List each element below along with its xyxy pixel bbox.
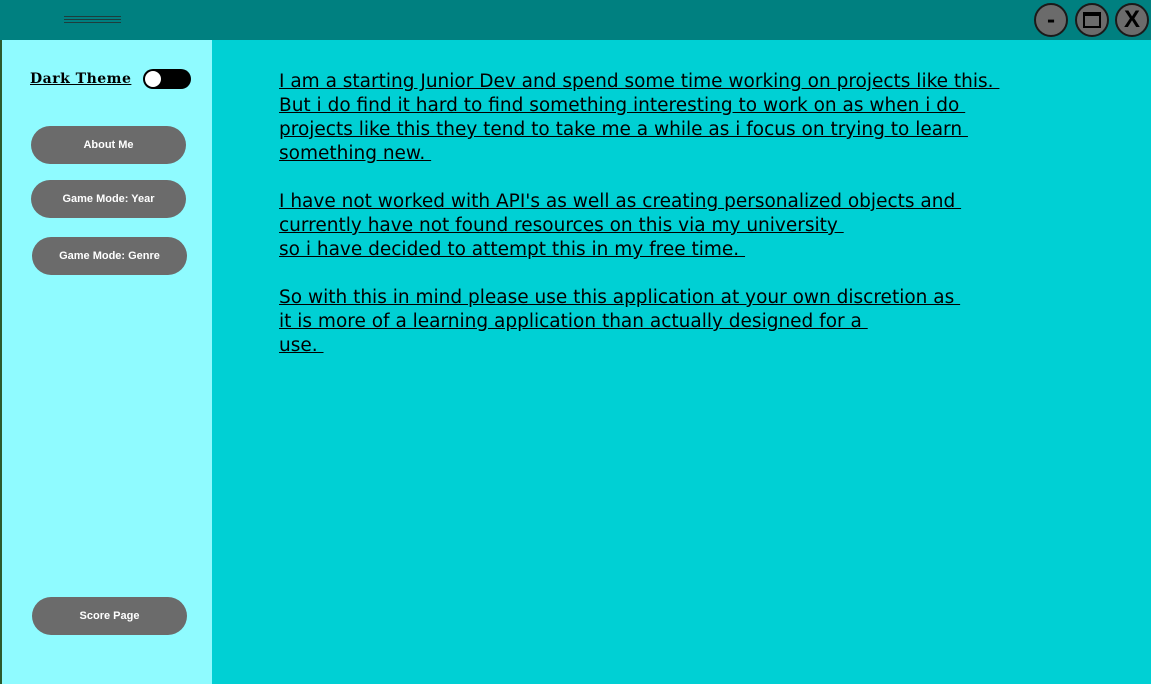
- text-line: I have not worked with API's as well as …: [279, 191, 962, 212]
- maximize-icon: [1083, 12, 1101, 28]
- text-line: it is more of a learning application tha…: [279, 311, 868, 332]
- drag-handle-icon[interactable]: [64, 16, 121, 23]
- game-mode-genre-button[interactable]: Game Mode: Genre: [32, 237, 187, 275]
- text-line: use.: [279, 335, 324, 356]
- text-line: I am a starting Junior Dev and spend som…: [279, 71, 1000, 92]
- theme-toggle-label: Dark Theme: [30, 71, 132, 87]
- score-page-button[interactable]: Score Page: [32, 597, 187, 635]
- game-mode-year-button[interactable]: Game Mode: Year: [31, 180, 186, 218]
- about-paragraph: So with this in mind please use this app…: [279, 286, 1099, 358]
- dark-theme-toggle[interactable]: [143, 69, 192, 89]
- text-line: so i have decided to attempt this in my …: [279, 239, 746, 260]
- sidebar: Dark Theme About Me Game Mode: Year Game…: [2, 40, 212, 684]
- about-paragraph: I have not worked with API's as well as …: [279, 190, 1099, 262]
- text-line: But i do find it hard to find something …: [279, 95, 966, 116]
- text-line: projects like this they tend to take me …: [279, 119, 968, 140]
- maximize-button[interactable]: [1075, 3, 1109, 37]
- main-content: I am a starting Junior Dev and spend som…: [212, 40, 1151, 684]
- close-button[interactable]: X: [1115, 3, 1149, 37]
- close-icon: X: [1123, 6, 1140, 33]
- about-text: I am a starting Junior Dev and spend som…: [279, 70, 1099, 382]
- text-line: currently have not found resources on th…: [279, 215, 844, 236]
- minimize-icon: -: [1046, 8, 1056, 32]
- text-line: something new.: [279, 143, 432, 164]
- minimize-button[interactable]: -: [1034, 3, 1068, 37]
- about-me-button[interactable]: About Me: [31, 126, 186, 164]
- title-bar[interactable]: - X: [0, 0, 1151, 40]
- text-line: So with this in mind please use this app…: [279, 287, 961, 308]
- theme-toggle-row: Dark Theme: [30, 69, 192, 89]
- about-paragraph: I am a starting Junior Dev and spend som…: [279, 70, 1099, 166]
- toggle-knob: [145, 71, 162, 87]
